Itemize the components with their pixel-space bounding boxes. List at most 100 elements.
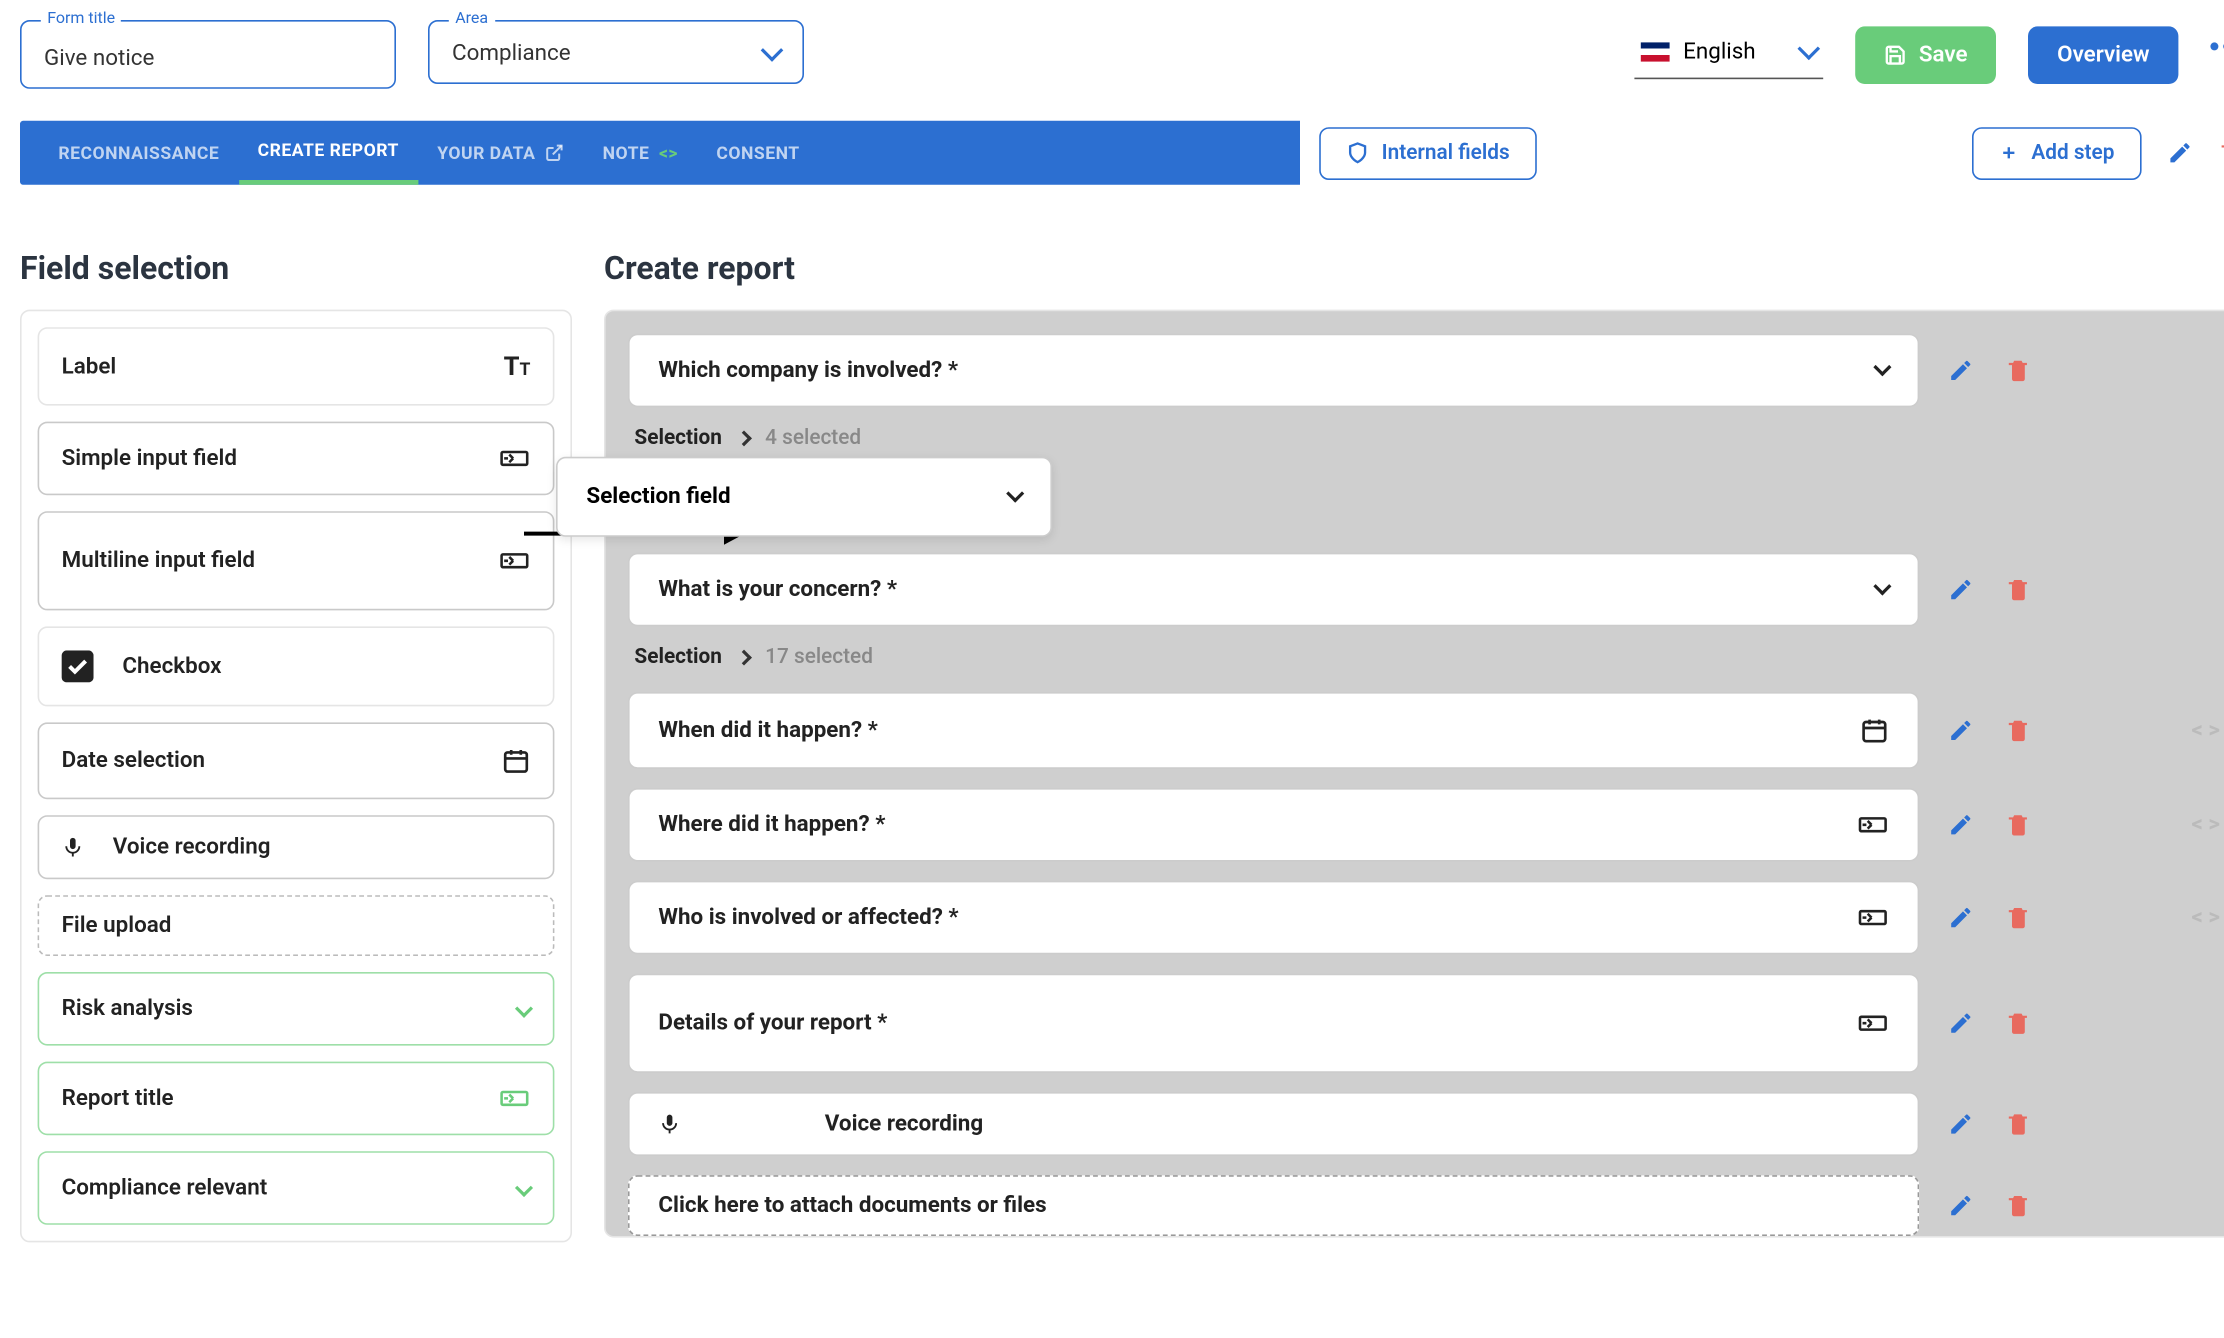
- question-concern[interactable]: What is your concern? *: [628, 553, 1919, 627]
- internal-fields-label: Internal fields: [1382, 141, 1510, 165]
- save-button[interactable]: Save: [1855, 26, 1996, 84]
- palette-simple-input[interactable]: Simple input field: [38, 422, 555, 496]
- chevron-right-icon: [736, 430, 752, 446]
- pencil-icon: [1948, 812, 1974, 838]
- overview-button[interactable]: Overview: [2028, 26, 2178, 84]
- internal-fields-button[interactable]: Internal fields: [1319, 126, 1537, 179]
- save-icon: [1884, 44, 1906, 66]
- trash-icon: [2006, 1111, 2032, 1137]
- area-select[interactable]: Area Compliance: [428, 20, 804, 84]
- input-icon: [498, 446, 530, 472]
- question-file-upload[interactable]: Click here to attach documents or files: [628, 1175, 1919, 1236]
- trash-icon: [2006, 718, 2032, 744]
- palette-file-upload[interactable]: File upload: [38, 895, 555, 956]
- form-title-value: Give notice: [44, 46, 154, 72]
- trash-icon: [2006, 905, 2032, 931]
- palette-item-label: Report title: [62, 1086, 174, 1112]
- palette-voice-recording[interactable]: Voice recording: [38, 815, 555, 879]
- form-canvas[interactable]: Which company is involved? * Selection 4…: [604, 310, 2224, 1238]
- edit-question-button[interactable]: [1948, 1193, 1974, 1219]
- question-details[interactable]: Details of your report *: [628, 974, 1919, 1073]
- palette-risk-analysis[interactable]: Risk analysis: [38, 972, 555, 1046]
- delete-question-button[interactable]: [2006, 1111, 2032, 1137]
- palette-report-title[interactable]: Report title: [38, 1062, 555, 1136]
- selection-summary[interactable]: Selection 17 selected: [628, 646, 2220, 692]
- delete-question-button[interactable]: [2006, 812, 2032, 838]
- language-select[interactable]: English: [1635, 30, 1823, 80]
- palette-date-selection[interactable]: Date selection: [38, 722, 555, 799]
- chevron-down-icon: [1797, 37, 1820, 60]
- trash-icon: [2006, 577, 2032, 603]
- input-icon: [1857, 812, 1889, 838]
- edit-step-button[interactable]: [2167, 140, 2193, 166]
- add-step-button[interactable]: Add step: [1972, 126, 2141, 179]
- question-label: When did it happen? *: [658, 718, 877, 744]
- tab-your-data[interactable]: YOUR DATA: [418, 121, 583, 185]
- edit-question-button[interactable]: [1948, 1111, 1974, 1137]
- delete-question-button[interactable]: [2006, 1193, 2032, 1219]
- text-format-icon: TT: [504, 351, 531, 381]
- external-link-icon: [545, 143, 564, 162]
- question-label: Click here to attach documents or files: [658, 1193, 1046, 1219]
- selection-count: 4 selected: [765, 426, 861, 450]
- pencil-icon: [1948, 1111, 1974, 1137]
- question-label: Who is involved or affected? *: [658, 905, 958, 931]
- question-when[interactable]: When did it happen? *: [628, 692, 1919, 769]
- tab-label: CREATE REPORT: [258, 140, 399, 161]
- palette-item-label: Date selection: [62, 748, 205, 774]
- field-selection-title: Field selection: [20, 249, 572, 287]
- code-icon[interactable]: < >: [2191, 718, 2220, 744]
- palette-label[interactable]: Label TT: [38, 327, 555, 405]
- selection-count: 17 selected: [765, 646, 873, 670]
- input-icon: [1857, 905, 1889, 931]
- add-step-label: Add step: [2031, 141, 2114, 165]
- palette-item-label: Multiline input field: [62, 548, 255, 574]
- palette-checkbox[interactable]: Checkbox: [38, 626, 555, 706]
- delete-question-button[interactable]: [2006, 358, 2032, 384]
- tab-note[interactable]: NOTE <>: [583, 121, 697, 185]
- delete-question-button[interactable]: [2006, 577, 2032, 603]
- chevron-down-icon: [1873, 358, 1891, 376]
- chevron-right-icon: [736, 650, 752, 666]
- tab-consent[interactable]: CONSENT: [697, 121, 819, 185]
- delete-question-button[interactable]: [2006, 718, 2032, 744]
- tab-label: RECONNAISSANCE: [58, 142, 219, 163]
- question-voice[interactable]: Voice recording: [628, 1092, 1919, 1156]
- edit-question-button[interactable]: [1948, 812, 1974, 838]
- question-label: What is your concern? *: [658, 577, 897, 603]
- form-title-field[interactable]: Form title Give notice: [20, 20, 396, 89]
- tab-reconnaissance[interactable]: RECONNAISSANCE: [39, 121, 238, 185]
- selection-label: Selection: [634, 646, 722, 670]
- code-icon[interactable]: < >: [2191, 812, 2220, 838]
- palette-item-label: Risk analysis: [62, 996, 193, 1022]
- pencil-icon: [1948, 1193, 1974, 1219]
- question-where[interactable]: Where did it happen? *: [628, 788, 1919, 862]
- delete-question-button[interactable]: [2006, 1010, 2032, 1036]
- palette-multiline-input[interactable]: Multiline input field: [38, 511, 555, 610]
- pencil-icon: [1948, 718, 1974, 744]
- question-who[interactable]: Who is involved or affected? *: [628, 881, 1919, 955]
- edit-question-button[interactable]: [1948, 905, 1974, 931]
- delete-step-button[interactable]: [2218, 140, 2224, 166]
- trash-icon: [2006, 812, 2032, 838]
- input-icon: [1857, 1010, 1889, 1036]
- pencil-icon: [1948, 1010, 1974, 1036]
- edit-question-button[interactable]: [1948, 1010, 1974, 1036]
- palette-compliance-relevant[interactable]: Compliance relevant: [38, 1151, 555, 1225]
- trash-icon: [2006, 1010, 2032, 1036]
- more-menu-button[interactable]: [2210, 42, 2224, 50]
- pencil-icon: [1948, 905, 1974, 931]
- edit-question-button[interactable]: [1948, 577, 1974, 603]
- form-title-label: Form title: [41, 10, 122, 28]
- edit-question-button[interactable]: [1948, 358, 1974, 384]
- palette-item-label: Simple input field: [62, 446, 237, 472]
- code-icon[interactable]: < >: [2191, 905, 2220, 931]
- palette-item-label: File upload: [62, 913, 172, 939]
- dragging-field-card[interactable]: Selection field: [556, 457, 1052, 537]
- question-company[interactable]: Which company is involved? *: [628, 334, 1919, 408]
- dragging-field-label: Selection field: [586, 484, 730, 510]
- delete-question-button[interactable]: [2006, 905, 2032, 931]
- edit-question-button[interactable]: [1948, 718, 1974, 744]
- pencil-icon: [1948, 577, 1974, 603]
- tab-create-report[interactable]: CREATE REPORT: [238, 121, 418, 185]
